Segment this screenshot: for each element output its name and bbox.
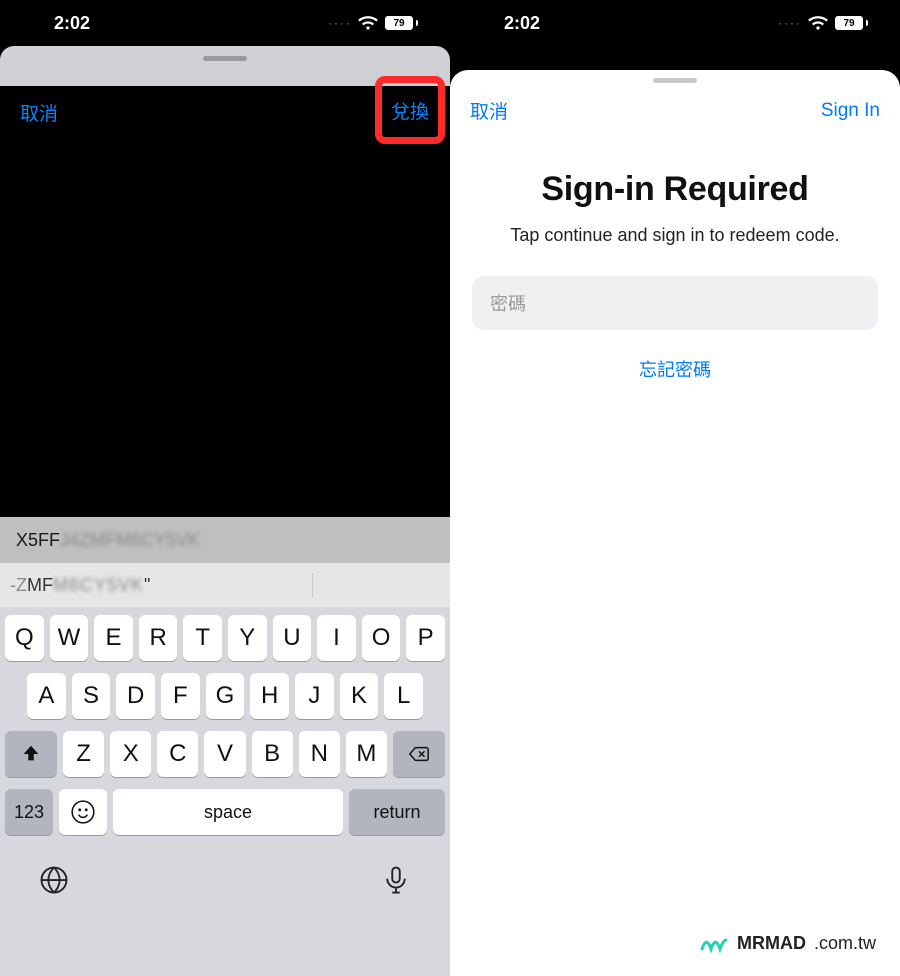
key-g[interactable]: G — [206, 673, 245, 719]
sheet-grabber[interactable] — [653, 78, 697, 83]
key-v[interactable]: V — [204, 731, 245, 777]
key-emoji[interactable] — [59, 789, 107, 835]
status-bar: 2:02 ···· 79 — [450, 0, 900, 46]
key-e[interactable]: E — [94, 615, 133, 661]
key-return[interactable]: return — [349, 789, 445, 835]
keyboard: Q W E R T Y U I O P A S D F G H J K L Z — [0, 607, 450, 976]
key-x[interactable]: X — [110, 731, 151, 777]
key-backspace[interactable] — [393, 731, 445, 777]
code-blurred: J4ZMFM6CY5VK — [60, 530, 200, 551]
key-b[interactable]: B — [252, 731, 293, 777]
key-d[interactable]: D — [116, 673, 155, 719]
key-space[interactable]: space — [113, 789, 343, 835]
key-n[interactable]: N — [299, 731, 340, 777]
status-dots-icon: ···· — [328, 16, 352, 30]
sign-in-button[interactable]: Sign In — [821, 100, 880, 122]
redeem-button-highlight: 兌換 — [375, 76, 445, 144]
password-placeholder: 密碼 — [490, 290, 526, 316]
cancel-button[interactable]: 取消 — [470, 97, 508, 124]
wifi-icon — [358, 15, 378, 31]
key-m[interactable]: M — [346, 731, 387, 777]
signin-content: Sign-in Required Tap continue and sign i… — [450, 124, 900, 382]
suggestion-separator — [312, 573, 313, 597]
phone-left: 2:02 ···· 79 取消 兌換 X5FFJ4ZMFM6CY5VK -ZMF… — [0, 0, 450, 976]
forgot-password-link[interactable]: 忘記密碼 — [472, 356, 878, 382]
code-input[interactable]: X5FFJ4ZMFM6CY5VK — [0, 517, 450, 563]
keyboard-suggestion-bar: -ZMFM6CY5VK" — [0, 563, 450, 607]
key-w[interactable]: W — [50, 615, 89, 661]
key-s[interactable]: S — [72, 673, 111, 719]
key-i[interactable]: I — [317, 615, 356, 661]
keyboard-row-4: 123 space return — [5, 789, 445, 835]
key-p[interactable]: P — [406, 615, 445, 661]
signin-subtitle: Tap continue and sign in to redeem code. — [472, 225, 878, 246]
key-r[interactable]: R — [139, 615, 178, 661]
code-visible: X5FF — [16, 530, 60, 551]
suggestion-item[interactable]: -ZMFM6CY5VK" — [0, 575, 160, 596]
watermark-logo-icon — [699, 932, 729, 954]
key-u[interactable]: U — [273, 615, 312, 661]
redeem-button[interactable]: 兌換 — [391, 97, 429, 124]
keyboard-bottom-row — [5, 847, 445, 895]
signin-sheet: 取消 Sign In Sign-in Required Tap continue… — [450, 70, 900, 976]
globe-icon[interactable] — [39, 865, 69, 895]
key-h[interactable]: H — [250, 673, 289, 719]
status-time: 2:02 — [54, 13, 90, 34]
password-input[interactable]: 密碼 — [472, 276, 878, 330]
battery-icon: 79 — [384, 15, 418, 31]
key-o[interactable]: O — [362, 615, 401, 661]
signin-title: Sign-in Required — [472, 170, 878, 209]
status-bar: 2:02 ···· 79 — [0, 0, 450, 46]
right-topbar: 取消 Sign In — [450, 89, 900, 124]
status-time: 2:02 — [504, 13, 540, 34]
key-123[interactable]: 123 — [5, 789, 53, 835]
key-l[interactable]: L — [384, 673, 423, 719]
key-f[interactable]: F — [161, 673, 200, 719]
emoji-icon — [70, 799, 96, 825]
backspace-icon — [408, 743, 430, 765]
watermark-brand: MRMAD — [737, 933, 806, 954]
key-a[interactable]: A — [27, 673, 66, 719]
key-k[interactable]: K — [340, 673, 379, 719]
key-y[interactable]: Y — [228, 615, 267, 661]
wifi-icon — [808, 15, 828, 31]
shift-icon — [20, 743, 42, 765]
cancel-button[interactable]: 取消 — [20, 99, 58, 126]
key-shift[interactable] — [5, 731, 57, 777]
battery-level: 79 — [393, 18, 404, 29]
battery-icon: 79 — [834, 15, 868, 31]
key-z[interactable]: Z — [63, 731, 104, 777]
watermark: MRMAD .com.tw — [699, 932, 876, 954]
status-right: ···· 79 — [778, 15, 868, 31]
mic-icon[interactable] — [381, 865, 411, 895]
keyboard-row-3: Z X C V B N M — [5, 731, 445, 777]
phone-right: 2:02 ···· 79 取消 Sign In Sign-in Required… — [450, 0, 900, 976]
watermark-domain: .com.tw — [814, 933, 876, 954]
keyboard-row-1: Q W E R T Y U I O P — [5, 615, 445, 661]
status-right: ···· 79 — [328, 15, 418, 31]
key-q[interactable]: Q — [5, 615, 44, 661]
keyboard-row-2: A S D F G H J K L — [5, 673, 445, 719]
key-t[interactable]: T — [183, 615, 222, 661]
battery-level: 79 — [843, 18, 854, 29]
key-j[interactable]: J — [295, 673, 334, 719]
key-c[interactable]: C — [157, 731, 198, 777]
status-dots-icon: ···· — [778, 16, 802, 30]
